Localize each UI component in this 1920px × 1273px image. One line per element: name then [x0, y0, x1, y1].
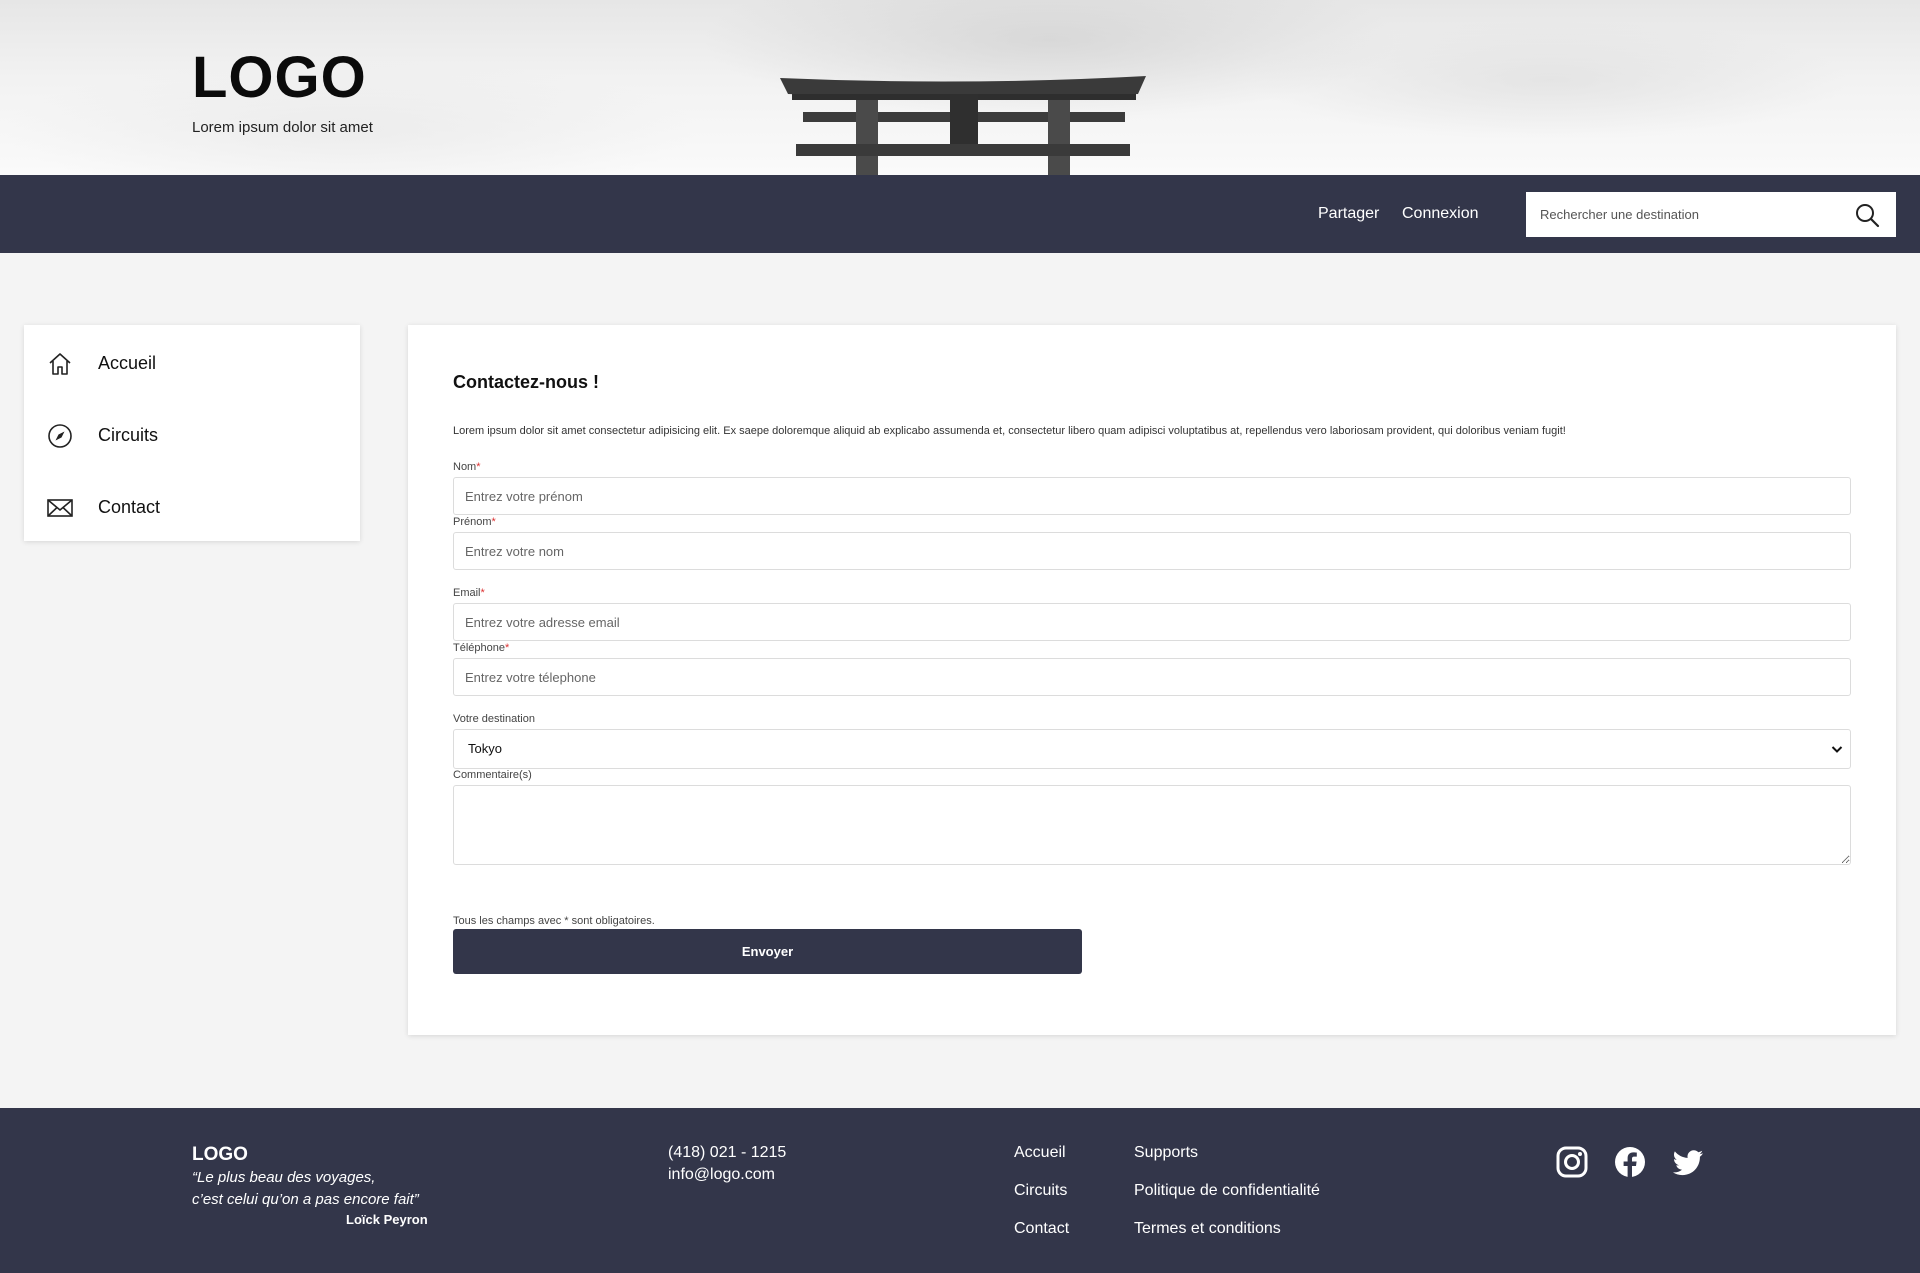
prenom-field[interactable]	[453, 532, 1851, 570]
mandatory-note: Tous les champs avec * sont obligatoires…	[453, 915, 655, 927]
destination-select[interactable]: Tokyo	[453, 729, 1851, 769]
sidebar-item-circuits[interactable]: Circuits	[24, 405, 360, 465]
search-input[interactable]	[1526, 192, 1846, 237]
footer-quote-line: c’est celui qu’on a pas encore fait”	[192, 1191, 419, 1208]
commentaire-field[interactable]	[453, 785, 1851, 865]
twitter-icon[interactable]	[1671, 1145, 1705, 1179]
header-tagline: Lorem ipsum dolor sit amet	[192, 119, 373, 136]
footer-link-terms[interactable]: Termes et conditions	[1134, 1220, 1281, 1238]
chevron-down-icon	[1831, 746, 1843, 753]
form-intro: Lorem ipsum dolor sit amet consectetur a…	[453, 425, 1566, 437]
required-mark: *	[505, 642, 510, 654]
telephone-label: Téléphone*	[453, 642, 510, 654]
contact-form-card: Contactez-nous ! Lorem ipsum dolor sit a…	[408, 325, 1896, 1035]
required-mark: *	[491, 516, 496, 528]
required-mark: *	[476, 461, 481, 473]
sidebar-menu: Accueil Circuits Contact	[24, 325, 360, 541]
nom-field[interactable]	[453, 477, 1851, 515]
instagram-icon[interactable]	[1555, 1145, 1589, 1179]
destination-label: Votre destination	[453, 713, 535, 725]
prenom-label: Prénom*	[453, 516, 496, 528]
submit-button[interactable]: Envoyer	[453, 929, 1082, 974]
share-link[interactable]: Partager	[1318, 205, 1379, 223]
header-banner: LOGO Lorem ipsum dolor sit amet	[0, 0, 1920, 175]
form-title: Contactez-nous !	[453, 372, 599, 392]
email-label: Email*	[453, 587, 485, 599]
footer-link-contact[interactable]: Contact	[1014, 1220, 1069, 1238]
commentaire-label: Commentaire(s)	[453, 769, 532, 781]
sidebar-item-accueil[interactable]: Accueil	[24, 333, 360, 393]
footer-phone: (418) 021 - 1215	[668, 1144, 787, 1161]
footer-quote-line: “Le plus beau des voyages,	[192, 1169, 376, 1186]
search-icon[interactable]	[1854, 202, 1880, 228]
required-mark: *	[480, 587, 485, 599]
footer-quote-author: Loïck Peyron	[346, 1212, 428, 1227]
sky-cloud	[1250, 20, 1850, 140]
footer-link-supports[interactable]: Supports	[1134, 1144, 1198, 1162]
sidebar-item-label: Contact	[98, 497, 161, 517]
footer-logo[interactable]: LOGO	[192, 1144, 248, 1166]
search-box	[1526, 192, 1896, 237]
footer-email[interactable]: info@logo.com	[668, 1166, 775, 1184]
email-field[interactable]	[453, 603, 1851, 641]
header-logo[interactable]: LOGO	[192, 44, 367, 111]
destination-value: Tokyo	[468, 741, 502, 756]
sidebar-item-label: Circuits	[98, 425, 159, 445]
compass-icon	[48, 424, 72, 448]
facebook-icon[interactable]	[1613, 1145, 1647, 1179]
top-navbar: Partager Connexion	[0, 175, 1920, 253]
nom-label: Nom*	[453, 461, 481, 473]
footer-link-privacy[interactable]: Politique de confidentialité	[1134, 1182, 1320, 1200]
sidebar-item-contact[interactable]: Contact	[24, 477, 360, 537]
login-link[interactable]: Connexion	[1402, 205, 1479, 223]
home-icon	[49, 353, 71, 375]
torii-gate-image	[780, 76, 1146, 175]
telephone-field[interactable]	[453, 658, 1851, 696]
footer-link-accueil[interactable]: Accueil	[1014, 1144, 1066, 1162]
footer: LOGO “Le plus beau des voyages, c’est ce…	[0, 1108, 1920, 1273]
footer-link-circuits[interactable]: Circuits	[1014, 1182, 1067, 1200]
sidebar-item-label: Accueil	[98, 353, 157, 373]
envelope-icon	[47, 499, 73, 517]
